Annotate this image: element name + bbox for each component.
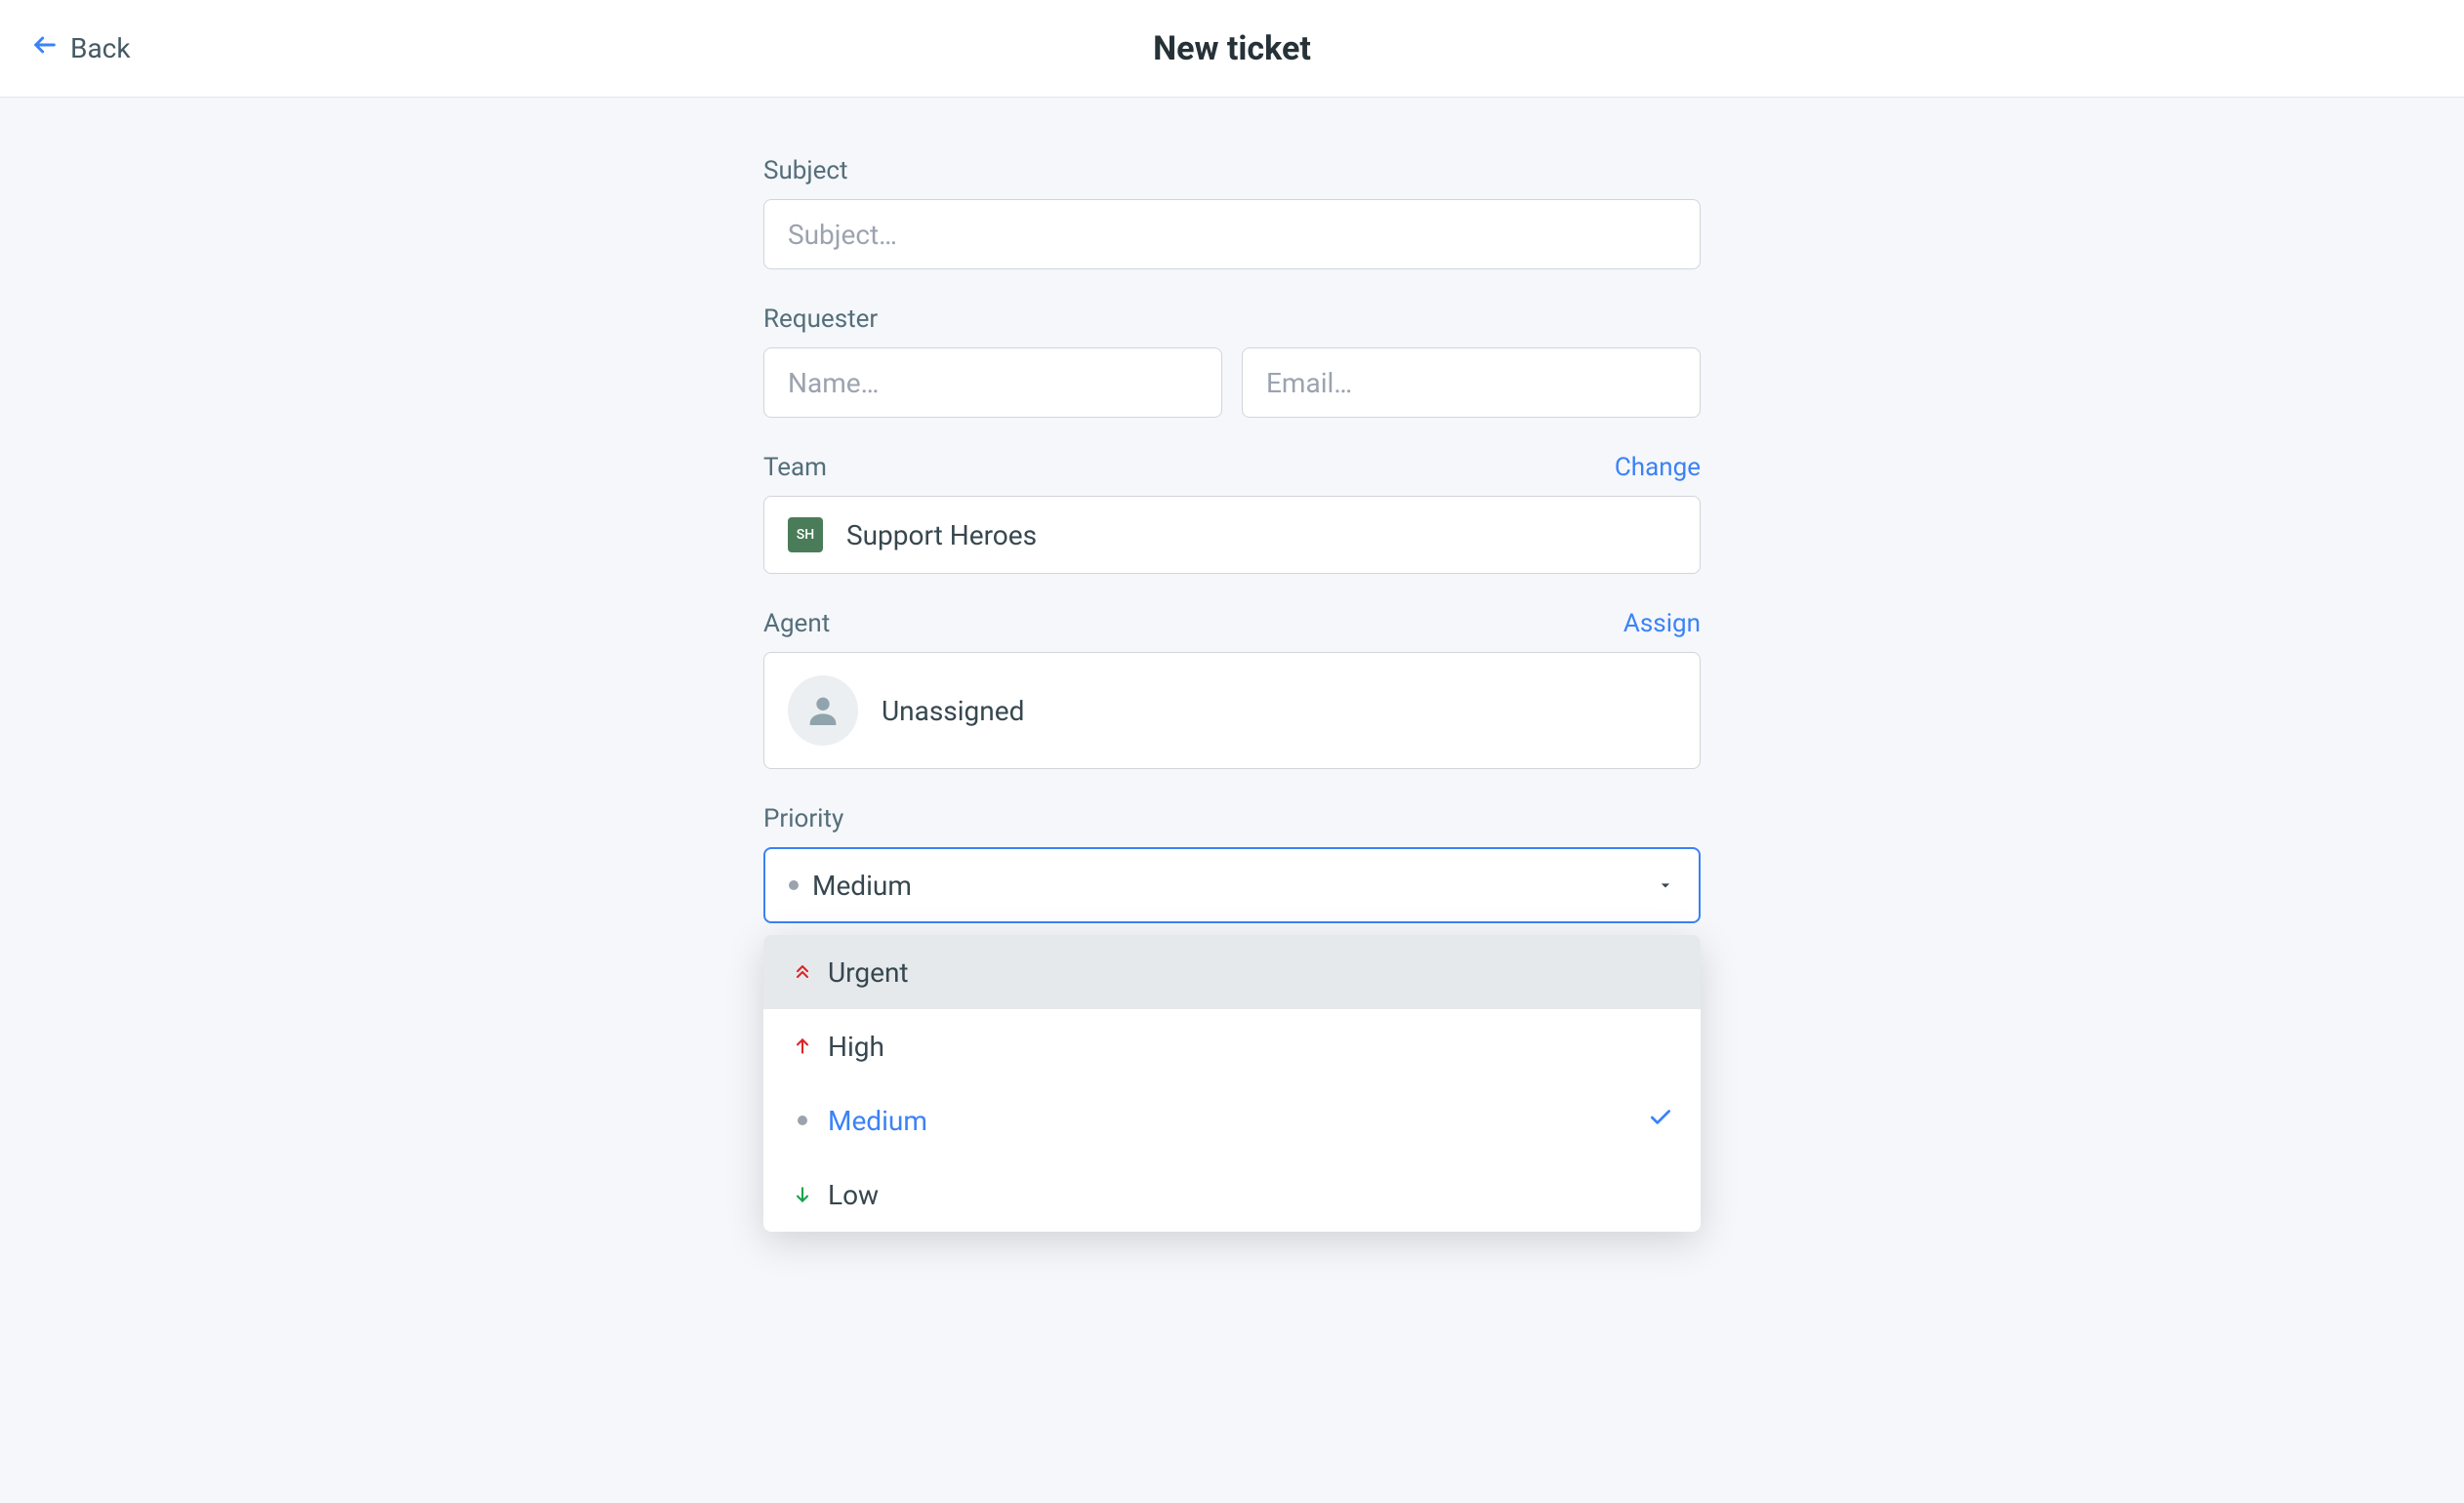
subject-input[interactable] [763, 199, 1701, 269]
priority-option-label: High [828, 1031, 884, 1063]
team-value: Support Heroes [846, 519, 1037, 551]
dot-icon [789, 880, 799, 890]
agent-avatar-icon [788, 675, 858, 746]
requester-name-input[interactable] [763, 347, 1222, 418]
priority-dropdown-menu: Urgent High [763, 935, 1701, 1232]
priority-option-urgent[interactable]: Urgent [763, 935, 1701, 1009]
agent-group: Agent Assign Unassigned [763, 609, 1701, 769]
team-avatar: SH [788, 517, 823, 552]
check-icon [1648, 1105, 1673, 1137]
back-button[interactable]: Back [31, 31, 131, 65]
requester-label: Requester [763, 305, 1701, 334]
team-group: Team Change SH Support Heroes [763, 453, 1701, 574]
requester-email-input[interactable] [1242, 347, 1701, 418]
back-label: Back [70, 32, 131, 64]
team-change-link[interactable]: Change [1615, 453, 1701, 482]
priority-option-high[interactable]: High [763, 1009, 1701, 1083]
priority-option-label: Medium [828, 1105, 927, 1137]
agent-field[interactable]: Unassigned [763, 652, 1701, 769]
chevron-down-icon [1656, 870, 1675, 902]
subject-label: Subject [763, 156, 1701, 185]
header: Back New ticket [0, 0, 2464, 98]
page-title: New ticket [1153, 29, 1311, 68]
agent-value: Unassigned [882, 695, 1024, 727]
arrow-up-icon [791, 1036, 814, 1056]
form-container: Subject Requester Team Change SH Support… [744, 98, 1720, 1103]
priority-select[interactable]: Medium [763, 847, 1701, 923]
priority-option-low[interactable]: Low [763, 1158, 1701, 1232]
priority-option-label: Urgent [828, 956, 909, 989]
double-arrow-up-icon [791, 962, 814, 982]
requester-group: Requester [763, 305, 1701, 418]
team-field[interactable]: SH Support Heroes [763, 496, 1701, 574]
agent-assign-link[interactable]: Assign [1623, 609, 1701, 638]
priority-option-label: Low [828, 1179, 879, 1211]
priority-option-medium[interactable]: Medium [763, 1083, 1701, 1158]
agent-label: Agent [763, 609, 830, 638]
priority-selected-value: Medium [812, 870, 912, 902]
arrow-left-icon [31, 31, 59, 65]
priority-group: Priority Medium [763, 804, 1701, 923]
team-label: Team [763, 453, 827, 482]
priority-label: Priority [763, 804, 1701, 833]
arrow-down-icon [791, 1185, 814, 1204]
subject-group: Subject [763, 156, 1701, 269]
dot-icon [791, 1116, 814, 1125]
